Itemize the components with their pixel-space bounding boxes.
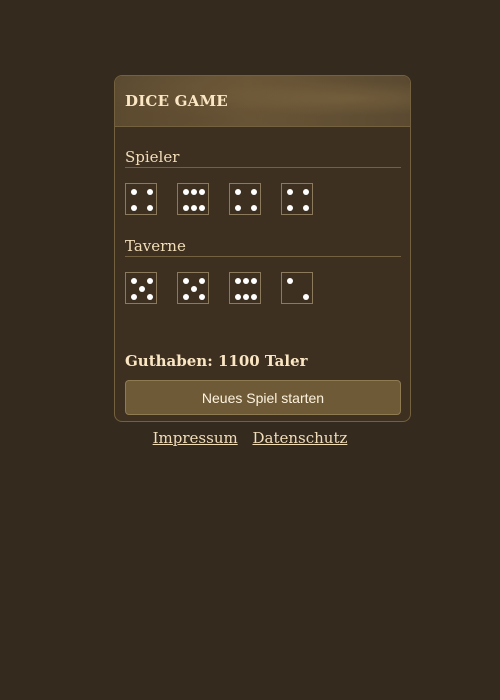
die-pip <box>131 294 137 300</box>
player-die-1 <box>125 183 157 215</box>
die-pip <box>139 286 145 292</box>
player-die-4 <box>281 183 313 215</box>
tavern-die-1 <box>125 272 157 304</box>
die-pip <box>147 205 153 211</box>
die-pip <box>251 278 257 284</box>
player-dice-row <box>115 183 410 215</box>
player-die-2 <box>177 183 209 215</box>
die-pip <box>199 294 205 300</box>
die-pip <box>183 294 189 300</box>
die-pip <box>303 189 309 195</box>
die-pip <box>147 189 153 195</box>
die-pip <box>199 189 205 195</box>
tavern-section: Taverne <box>115 237 410 257</box>
dice-game-panel: DICE GAME Spieler Taverne Guthaben: 1100… <box>114 75 411 422</box>
page-title: DICE GAME <box>125 92 228 110</box>
die-pip <box>131 278 137 284</box>
die-pip <box>287 205 293 211</box>
die-pip <box>191 286 197 292</box>
die-pip <box>243 278 249 284</box>
tavern-label: Taverne <box>125 237 401 257</box>
die-pip <box>303 294 309 300</box>
die-pip <box>251 189 257 195</box>
player-section: Spieler <box>115 148 410 168</box>
datenschutz-link[interactable]: Datenschutz <box>252 429 347 447</box>
die-pip <box>199 205 205 211</box>
footer: Impressum Datenschutz <box>0 429 500 447</box>
die-pip <box>131 189 137 195</box>
die-pip <box>251 294 257 300</box>
die-pip <box>303 205 309 211</box>
die-pip <box>199 278 205 284</box>
die-pip <box>251 205 257 211</box>
die-pip <box>287 278 293 284</box>
tavern-die-2 <box>177 272 209 304</box>
die-pip <box>235 294 241 300</box>
die-pip <box>191 189 197 195</box>
player-label: Spieler <box>125 148 401 168</box>
die-pip <box>243 294 249 300</box>
tavern-dice-row <box>115 272 410 304</box>
die-pip <box>147 278 153 284</box>
impressum-link[interactable]: Impressum <box>153 429 238 447</box>
tavern-die-3 <box>229 272 261 304</box>
die-pip <box>183 189 189 195</box>
tavern-die-4 <box>281 272 313 304</box>
balance-text: Guthaben: 1100 Taler <box>125 352 308 370</box>
panel-header: DICE GAME <box>115 76 410 127</box>
die-pip <box>235 205 241 211</box>
player-die-3 <box>229 183 261 215</box>
die-pip <box>131 205 137 211</box>
die-pip <box>287 189 293 195</box>
die-pip <box>183 205 189 211</box>
die-pip <box>183 278 189 284</box>
new-game-button[interactable]: Neues Spiel starten <box>125 380 401 415</box>
die-pip <box>235 189 241 195</box>
die-pip <box>147 294 153 300</box>
die-pip <box>235 278 241 284</box>
die-pip <box>191 205 197 211</box>
